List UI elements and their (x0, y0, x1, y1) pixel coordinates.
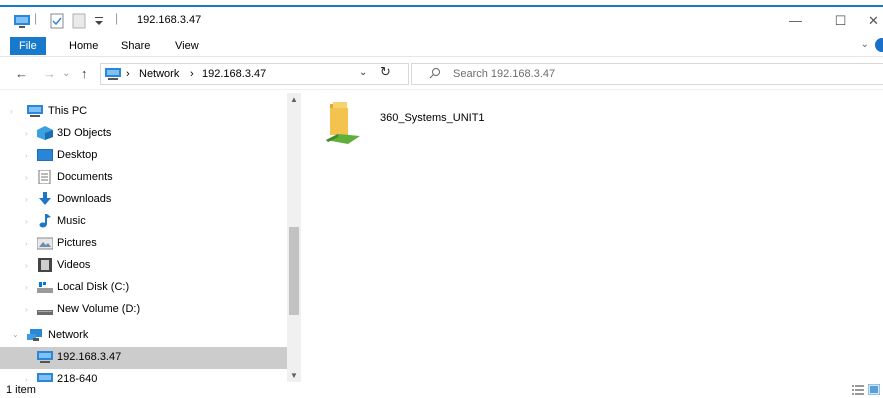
search-input[interactable]: Search 192.168.3.47 (411, 63, 883, 85)
expand-icon[interactable]: › (10, 107, 13, 116)
nav-item-pictures[interactable]: › Pictures (0, 233, 287, 255)
tab-share[interactable]: Share (112, 37, 159, 55)
list-item[interactable]: 360_Systems_UNIT1 (324, 98, 524, 148)
pc-icon (27, 105, 43, 117)
nav-item-label: 192.168.3.47 (57, 351, 122, 363)
nav-item-host-selected[interactable]: › 192.168.3.47 (0, 347, 287, 369)
videos-icon (38, 258, 52, 272)
new-folder-icon[interactable] (72, 13, 86, 29)
expand-icon[interactable]: › (25, 283, 28, 292)
scrollbar-thumb[interactable] (289, 227, 299, 315)
documents-icon (38, 170, 51, 184)
nav-item-downloads[interactable]: › Downloads (0, 189, 287, 211)
pictures-icon (37, 237, 53, 250)
refresh-button[interactable]: ↻ (380, 64, 391, 80)
scroll-up-icon[interactable]: ▲ (290, 95, 298, 104)
item-count: 1 item (6, 384, 36, 396)
nav-item-videos[interactable]: › Videos (0, 255, 287, 277)
pc-icon (37, 373, 53, 382)
nav-item-label: Videos (57, 259, 91, 271)
nav-item-desktop[interactable]: › Desktop (0, 145, 287, 167)
tab-home[interactable]: Home (60, 37, 107, 55)
nav-item-music[interactable]: › Music (0, 211, 287, 233)
nav-item-this-pc[interactable]: › This PC (0, 101, 287, 123)
nav-item-local-disk[interactable]: › Local Disk (C:) (0, 277, 287, 299)
navigation-pane: › This PC › 3D Objects › Desktop › Docum… (0, 93, 300, 382)
nav-item-network[interactable]: ⌄ Network (0, 325, 287, 347)
ribbon-tabs: File Home Share View ⌄ (0, 34, 883, 57)
nav-scrollbar[interactable]: ▲ ▼ (287, 93, 301, 382)
network-location-icon (105, 68, 121, 80)
file-name: 360_Systems_UNIT1 (380, 112, 485, 124)
tab-view[interactable]: View (166, 37, 208, 55)
expand-icon[interactable]: › (25, 305, 28, 314)
breadcrumb-host[interactable]: 192.168.3.47 (202, 68, 266, 80)
expand-icon[interactable]: › (25, 151, 28, 160)
qat-divider: | (34, 11, 38, 25)
downloads-icon (39, 192, 51, 205)
network-icon (27, 329, 42, 341)
large-icons-view-icon[interactable] (868, 384, 880, 395)
nav-item-label: Local Disk (C:) (57, 281, 130, 293)
nav-item-label: Documents (57, 171, 113, 183)
recent-locations-button[interactable]: ⌄ (62, 68, 70, 79)
expand-icon[interactable]: › (25, 239, 28, 248)
expand-icon[interactable]: › (25, 195, 28, 204)
address-dropdown-icon[interactable]: ⌄ (359, 67, 367, 78)
cropped-top-strip (0, 0, 883, 7)
back-button[interactable]: ← (15, 66, 28, 81)
expand-icon[interactable]: › (25, 261, 28, 270)
music-icon (39, 214, 51, 228)
title-bar: | | 192.168.3.47 — ☐ ✕ (0, 7, 883, 34)
nav-item-label: Music (57, 215, 86, 227)
scroll-down-icon[interactable]: ▼ (290, 371, 298, 380)
explorer-app-icon[interactable] (13, 13, 31, 29)
breadcrumb-separator-2: › (190, 68, 194, 80)
drive-icon (37, 310, 53, 315)
ribbon-expand-icon[interactable]: ⌄ (861, 39, 869, 50)
nav-item-label: 3D Objects (57, 127, 112, 139)
3d-objects-icon (37, 126, 53, 140)
pc-icon (37, 351, 53, 363)
nav-item-218-640[interactable]: › 218-640 (0, 369, 287, 382)
nav-item-label: Network (48, 329, 89, 341)
qat-divider-2: | (115, 11, 119, 25)
nav-item-label: Pictures (57, 237, 97, 249)
expand-icon[interactable]: › (25, 129, 28, 138)
expand-icon[interactable]: › (25, 353, 28, 362)
file-list: 360_Systems_UNIT1 (302, 93, 883, 382)
close-button[interactable]: ✕ (851, 7, 883, 34)
up-button[interactable]: ↑ (81, 66, 88, 81)
nav-item-label: Desktop (57, 149, 98, 161)
nav-item-label: New Volume (D:) (57, 303, 141, 315)
customize-qat-icon[interactable] (93, 13, 105, 29)
nav-item-3d-objects[interactable]: › 3D Objects (0, 123, 287, 145)
help-icon[interactable] (875, 38, 883, 52)
shared-folder-icon (326, 102, 360, 144)
minimize-button[interactable]: — (773, 7, 818, 34)
expand-icon[interactable]: › (25, 375, 28, 382)
window-title: 192.168.3.47 (137, 14, 202, 26)
properties-icon[interactable] (50, 13, 64, 29)
details-view-icon[interactable] (852, 384, 864, 395)
nav-item-label: 218-640 (57, 373, 98, 382)
tab-file[interactable]: File (10, 37, 46, 55)
status-bar: 1 item (0, 382, 883, 398)
local-disk-icon (37, 282, 53, 293)
nav-item-new-volume[interactable]: › New Volume (D:) (0, 299, 287, 321)
breadcrumb-separator: › (126, 68, 130, 80)
breadcrumb-network[interactable]: Network (139, 68, 179, 80)
expand-icon[interactable]: › (25, 217, 28, 226)
expand-icon[interactable]: › (25, 173, 28, 182)
nav-item-label: This PC (48, 105, 88, 117)
desktop-icon (37, 149, 53, 161)
nav-item-label: Downloads (57, 193, 112, 205)
search-icon (429, 68, 440, 79)
search-placeholder: Search 192.168.3.47 (453, 68, 556, 80)
expand-icon[interactable]: ⌄ (12, 330, 19, 339)
forward-button[interactable]: → (43, 66, 56, 81)
nav-item-documents[interactable]: › Documents (0, 167, 287, 189)
